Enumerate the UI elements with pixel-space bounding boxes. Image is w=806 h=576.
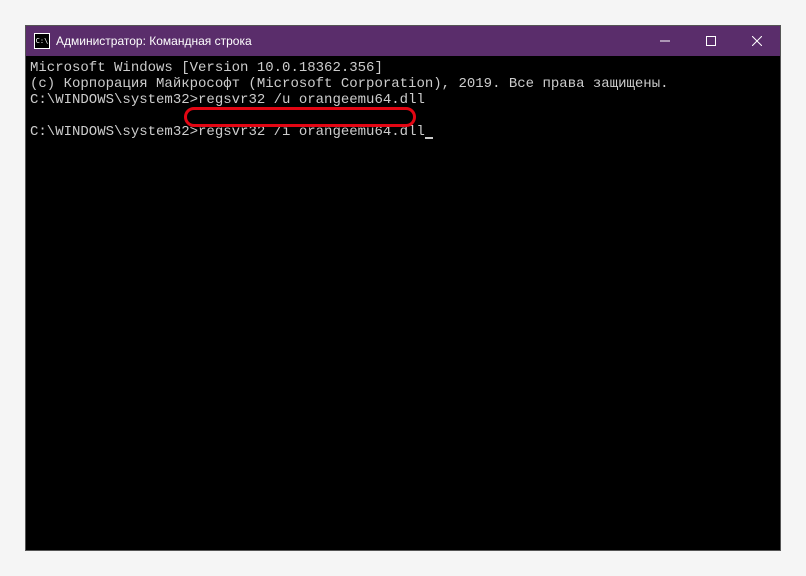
cmd-2: regsvr32 /i orangeemu64.dll	[198, 124, 425, 140]
maximize-button[interactable]	[688, 26, 734, 56]
close-button[interactable]	[734, 26, 780, 56]
window-controls	[642, 26, 780, 56]
terminal-area[interactable]: Microsoft Windows [Version 10.0.18362.35…	[26, 56, 780, 550]
maximize-icon	[706, 36, 716, 46]
cmd-window: C:\ Администратор: Командная строка Micr…	[25, 25, 781, 551]
cursor	[425, 137, 433, 139]
command-line-1: C:\WINDOWS\system32>regsvr32 /u orangeem…	[30, 92, 776, 108]
titlebar[interactable]: C:\ Администратор: Командная строка	[26, 26, 780, 56]
copyright-line: (c) Корпорация Майкрософт (Microsoft Cor…	[30, 76, 776, 92]
prompt-1: C:\WINDOWS\system32>	[30, 92, 198, 108]
close-icon	[752, 36, 762, 46]
minimize-icon	[660, 36, 670, 46]
version-line: Microsoft Windows [Version 10.0.18362.35…	[30, 60, 776, 76]
blank-line-2	[30, 108, 776, 124]
prompt-2: C:\WINDOWS\system32>	[30, 124, 198, 140]
cmd-icon: C:\	[34, 33, 50, 49]
window-title: Администратор: Командная строка	[56, 34, 642, 48]
command-line-2: C:\WINDOWS\system32>regsvr32 /i orangeem…	[30, 124, 776, 140]
minimize-button[interactable]	[642, 26, 688, 56]
cmd-1: regsvr32 /u orangeemu64.dll	[198, 92, 425, 108]
